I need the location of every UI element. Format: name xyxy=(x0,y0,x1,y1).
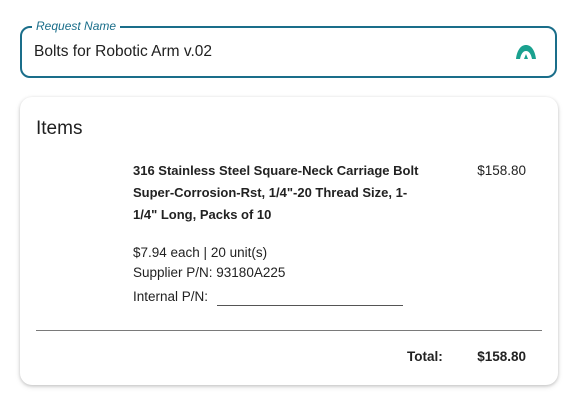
total-label: Total: xyxy=(407,349,443,364)
request-name-input[interactable] xyxy=(34,28,494,76)
item-price: $158.80 xyxy=(477,163,526,178)
internal-pn-input[interactable] xyxy=(217,287,403,306)
item-description: 316 Stainless Steel Square-Neck Carriage… xyxy=(133,163,419,222)
items-title: Items xyxy=(36,118,83,139)
item-unit-line: $7.94 each | 20 unit(s) xyxy=(133,245,268,260)
internal-pn-label: Internal P/N: xyxy=(133,289,209,304)
total-value: $158.80 xyxy=(477,349,526,364)
total-divider xyxy=(36,330,542,331)
brand-logo-icon xyxy=(516,45,536,59)
items-card: Items 316 Stainless Steel Square-Neck Ca… xyxy=(20,97,558,385)
request-name-field[interactable]: Request Name xyxy=(20,18,557,78)
supplier-pn: Supplier P/N: 93180A225 xyxy=(133,265,286,280)
